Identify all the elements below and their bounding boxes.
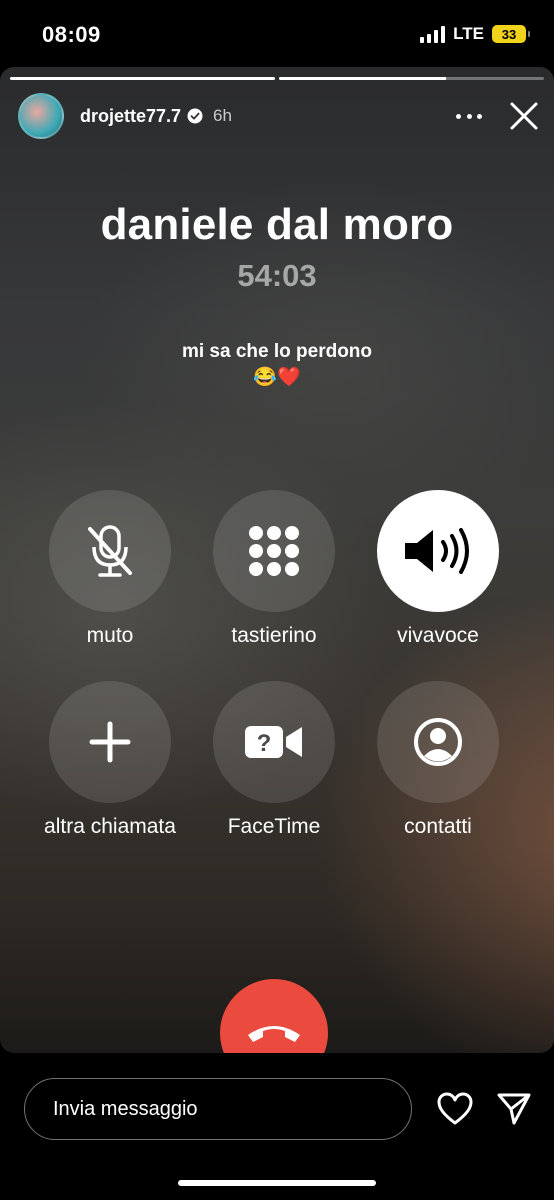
more-icon[interactable] (456, 106, 482, 126)
caption-text: mi sa che lo perdono (181, 341, 373, 362)
mute-button[interactable] (49, 490, 171, 612)
speaker-button[interactable] (377, 490, 499, 612)
battery-icon: 33 (492, 25, 530, 43)
contacts-button[interactable] (377, 681, 499, 803)
speaker-label: vivavoce (397, 624, 479, 647)
facetime-button[interactable]: ? (213, 681, 335, 803)
story-viewer[interactable]: drojette77.7 6h daniele dal moro 54:03 m… (0, 67, 554, 1053)
speaker-icon (405, 528, 469, 574)
caption-emoji: 😂❤️ (253, 367, 301, 388)
battery-level: 33 (501, 26, 517, 42)
facetime-icon: ? (245, 726, 302, 758)
add-call-button[interactable] (49, 681, 171, 803)
username[interactable]: drojette77.7 (80, 106, 181, 127)
send-icon[interactable] (496, 1092, 532, 1126)
heart-icon[interactable] (437, 1092, 473, 1126)
progress-fill-1 (10, 77, 275, 80)
status-time: 08:09 (42, 22, 101, 47)
svg-text:?: ? (257, 730, 272, 757)
story-progress (10, 77, 544, 80)
close-icon[interactable] (508, 100, 540, 132)
call-duration: 54:03 (237, 258, 317, 293)
story-age: 6h (213, 106, 232, 125)
keypad-button[interactable] (213, 490, 335, 612)
progress-fill-2 (279, 77, 446, 80)
status-bar: 08:09 LTE 33 (0, 0, 554, 70)
avatar[interactable] (18, 93, 64, 139)
contact-icon (414, 718, 462, 766)
mic-off-icon (88, 525, 132, 577)
plus-icon (89, 721, 131, 763)
end-call-button[interactable] (220, 979, 328, 1053)
reply-bar: Invia messaggio (0, 1060, 554, 1200)
verified-icon (187, 108, 203, 124)
network-type: LTE (453, 24, 484, 43)
end-call-icon (248, 1026, 300, 1042)
status-indicators: LTE 33 (420, 24, 530, 44)
signal-icon (420, 25, 446, 43)
message-placeholder: Invia messaggio (53, 1097, 198, 1120)
contacts-label: contatti (404, 815, 472, 838)
home-indicator (178, 1180, 376, 1186)
progress-segment-1 (10, 77, 275, 80)
message-input[interactable]: Invia messaggio (24, 1078, 412, 1140)
progress-segment-2 (279, 77, 544, 80)
caller-name: daniele dal moro (100, 200, 454, 249)
story-caption: mi sa che lo perdono 😂❤️ (0, 339, 554, 391)
story-header: drojette77.7 6h (18, 91, 540, 141)
keypad-icon (249, 526, 299, 576)
